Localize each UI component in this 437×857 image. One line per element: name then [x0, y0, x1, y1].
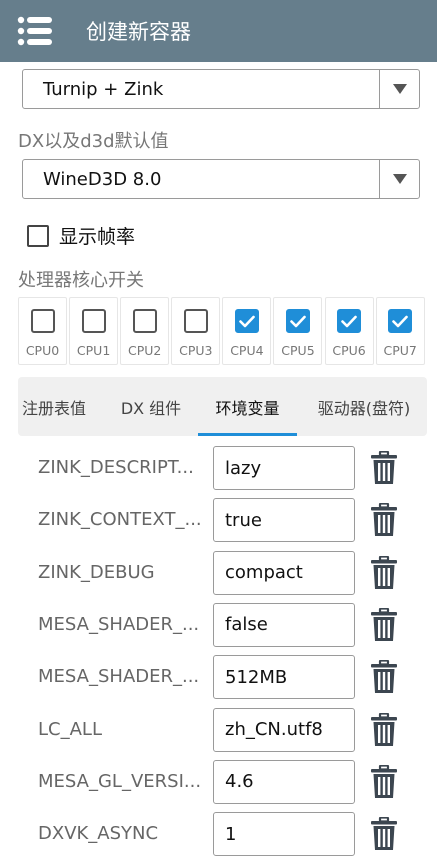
- cpu-core-toggle[interactable]: CPU1: [69, 297, 119, 365]
- cpu-label: CPU2: [128, 343, 162, 358]
- delete-env-var-button[interactable]: [368, 764, 400, 800]
- tab-bar: 注册表值 DX 组件 环境变量 驱动器(盘符): [18, 377, 427, 436]
- cpu-core-toggle[interactable]: CPU6: [324, 297, 374, 365]
- trash-icon: [371, 660, 397, 694]
- env-var-name: MESA_SHADER_...: [38, 666, 200, 688]
- cpu-core-toggle[interactable]: CPU2: [120, 297, 170, 365]
- env-var-value-input[interactable]: false: [213, 602, 355, 647]
- show-fps-option[interactable]: 显示帧率: [27, 222, 135, 249]
- tab-environment-variables[interactable]: 环境变量: [198, 377, 297, 436]
- env-var-row: DXVK_ASYNC 1: [0, 808, 437, 857]
- cpu-core-toggle[interactable]: CPU4: [222, 297, 272, 365]
- env-var-value-input[interactable]: true: [213, 498, 355, 543]
- delete-env-var-button[interactable]: [368, 607, 400, 643]
- show-fps-checkbox[interactable]: [27, 224, 49, 247]
- chevron-down-icon: [392, 174, 407, 184]
- cpu-checkbox[interactable]: [337, 309, 362, 333]
- env-var-name: LC_ALL: [38, 718, 102, 740]
- tab-dx-components[interactable]: DX 组件: [106, 377, 196, 436]
- tab-label: 环境变量: [215, 398, 280, 418]
- cpu-checkbox[interactable]: [81, 309, 106, 333]
- env-var-row: ZINK_DEBUG compact: [0, 547, 437, 599]
- checkmark-icon: [239, 315, 255, 327]
- env-var-row: MESA_SHADER_... 512MB: [0, 651, 437, 703]
- menu-icon: [17, 16, 52, 46]
- env-var-row: ZINK_CONTEXT_... true: [0, 494, 437, 546]
- menu-button[interactable]: [0, 0, 70, 62]
- delete-env-var-button[interactable]: [368, 502, 400, 538]
- env-var-row: MESA_GL_VERSI... 4.6: [0, 756, 437, 808]
- cpu-core-toggle[interactable]: CPU0: [18, 297, 67, 365]
- env-var-row: LC_ALL zh_CN.utf8: [0, 704, 437, 756]
- delete-env-var-button[interactable]: [368, 555, 400, 591]
- env-var-row: ZINK_DESCRIPT... lazy: [0, 442, 437, 494]
- env-var-row: MESA_SHADER_... false: [0, 599, 437, 651]
- env-var-name: DXVK_ASYNC: [38, 823, 159, 845]
- env-var-name: MESA_SHADER_...: [38, 613, 200, 635]
- env-var-value-input[interactable]: 512MB: [213, 655, 355, 700]
- delete-env-var-button[interactable]: [368, 450, 400, 486]
- cpu-core-list: CPU0 CPU1 CPU2 CPU3 CPU4 CPU5 CPU6 CPU7: [18, 297, 427, 365]
- checkmark-icon: [290, 315, 306, 327]
- dx-wrapper-select[interactable]: WineD3D 8.0: [22, 159, 420, 199]
- show-fps-label: 显示帧率: [59, 226, 136, 248]
- chevron-down-icon: [392, 84, 407, 94]
- cpu-label: CPU6: [332, 343, 366, 358]
- cpu-label: CPU3: [179, 343, 213, 358]
- env-var-name: ZINK_CONTEXT_...: [38, 509, 202, 531]
- env-var-value-input[interactable]: lazy: [213, 446, 355, 490]
- cpu-checkbox[interactable]: [30, 309, 55, 333]
- tab-registry[interactable]: 注册表值: [18, 377, 93, 436]
- cpu-checkbox[interactable]: [183, 309, 208, 333]
- tab-label: 驱动器(盘符): [317, 398, 411, 418]
- tab-drives[interactable]: 驱动器(盘符): [301, 377, 427, 436]
- cpu-label: CPU4: [230, 343, 264, 358]
- dx-wrapper-label: DX以及d3d默认值: [18, 131, 169, 152]
- cpu-core-toggle[interactable]: CPU7: [375, 297, 425, 365]
- cpu-label: CPU0: [25, 343, 60, 358]
- trash-icon: [371, 503, 397, 537]
- checkmark-icon: [392, 315, 408, 327]
- env-var-name: ZINK_DESCRIPT...: [38, 457, 194, 478]
- app-bar: 创建新容器: [0, 0, 437, 62]
- dx-wrapper-value: WineD3D 8.0: [43, 168, 162, 190]
- env-var-name: ZINK_DEBUG: [38, 561, 155, 583]
- delete-env-var-button[interactable]: [368, 816, 400, 852]
- cpu-checkbox[interactable]: [388, 309, 413, 333]
- cpu-label: CPU5: [281, 343, 315, 358]
- page-title: 创建新容器: [86, 20, 191, 44]
- dropdown-arrow-button[interactable]: [379, 70, 419, 108]
- cpu-checkbox[interactable]: [234, 309, 259, 333]
- trash-icon: [371, 712, 397, 746]
- delete-env-var-button[interactable]: [368, 712, 400, 748]
- env-var-value-input[interactable]: zh_CN.utf8: [213, 707, 355, 752]
- active-tab-indicator: [198, 433, 297, 436]
- tab-label: DX 组件: [120, 398, 182, 418]
- checkmark-icon: [341, 315, 357, 327]
- tab-label: 注册表值: [21, 398, 86, 418]
- graphics-driver-select[interactable]: Turnip + Zink: [22, 69, 420, 109]
- graphics-driver-value: Turnip + Zink: [43, 78, 164, 100]
- env-var-value-input[interactable]: compact: [213, 550, 355, 595]
- cpu-checkbox[interactable]: [285, 309, 310, 333]
- trash-icon: [371, 607, 397, 641]
- cpu-label: CPU1: [76, 343, 111, 358]
- cpu-affinity-label: 处理器核心开关: [18, 270, 144, 291]
- env-var-name: MESA_GL_VERSI...: [38, 770, 202, 792]
- cpu-core-toggle[interactable]: CPU5: [273, 297, 323, 365]
- env-var-value-input[interactable]: 1: [213, 812, 355, 857]
- cpu-label: CPU7: [383, 343, 417, 358]
- trash-icon: [371, 451, 397, 484]
- cpu-checkbox[interactable]: [132, 309, 157, 333]
- trash-icon: [371, 817, 397, 851]
- env-var-value-input[interactable]: 4.6: [213, 759, 355, 804]
- dropdown-arrow-button[interactable]: [379, 160, 419, 198]
- trash-icon: [371, 764, 397, 798]
- trash-icon: [371, 555, 397, 589]
- delete-env-var-button[interactable]: [368, 659, 400, 695]
- cpu-core-toggle[interactable]: CPU3: [171, 297, 221, 365]
